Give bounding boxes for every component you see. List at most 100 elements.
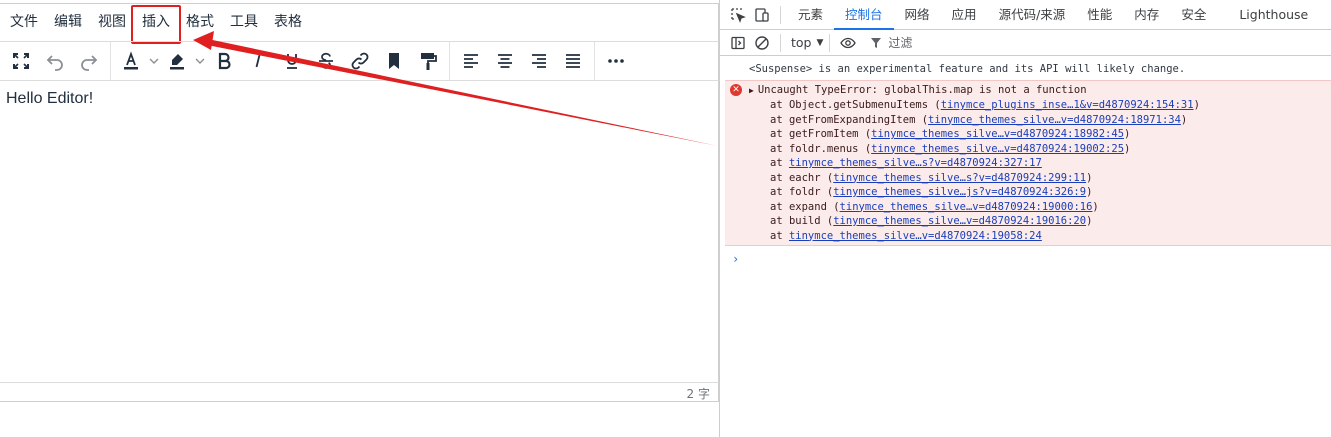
align-right-button[interactable] xyxy=(522,45,556,77)
stack-frame-suffix: ) xyxy=(1086,186,1093,198)
stack-frame: at foldr.menus (tinymce_themes_silve…v=d… xyxy=(725,142,1331,157)
tab-network[interactable]: 网络 xyxy=(894,0,941,30)
bookmark-button[interactable] xyxy=(377,45,411,77)
tab-application[interactable]: 应用 xyxy=(941,0,988,30)
align-right-icon xyxy=(532,54,546,68)
strikethrough-icon xyxy=(319,52,333,69)
stack-frame-source-link[interactable]: tinymce_themes_silve…v=d4870924:19002:25 xyxy=(871,143,1124,155)
undo-icon xyxy=(46,55,63,71)
redo-button[interactable] xyxy=(72,45,106,77)
console-sidebar-button[interactable] xyxy=(726,31,750,55)
clear-console-icon xyxy=(755,35,769,50)
stack-frame: at eachr (tinymce_themes_silve…s?v=d4870… xyxy=(725,171,1331,186)
filterbar-divider xyxy=(829,33,831,52)
stack-frame-suffix: ) xyxy=(1124,128,1131,140)
stack-frame-function: at expand ( xyxy=(770,200,840,213)
toolbar-group-alignment xyxy=(450,42,595,80)
stack-frame-source-link[interactable]: tinymce_plugins_inse…1&v=d4870924:154:31 xyxy=(941,99,1194,111)
highlight-color-button[interactable] xyxy=(161,45,193,77)
align-left-icon xyxy=(464,54,478,68)
menu-tools[interactable]: 工具 xyxy=(222,8,266,36)
menu-edit[interactable]: 编辑 xyxy=(46,8,90,36)
device-toolbar-button[interactable] xyxy=(750,3,774,27)
stack-frame-suffix: ) xyxy=(1086,215,1093,227)
context-selector[interactable]: top ▼ xyxy=(791,35,823,50)
error-message: Uncaught TypeError: globalThis.map is no… xyxy=(757,84,1087,96)
stack-frame-function: at foldr.menus ( xyxy=(770,142,872,155)
console-message-error[interactable]: ✕ ▶ Uncaught TypeError: globalThis.map is… xyxy=(725,80,1331,246)
toolbar-group-more xyxy=(595,42,637,80)
tab-memory[interactable]: 内存 xyxy=(1123,0,1170,30)
tab-sources[interactable]: 源代码/来源 xyxy=(988,0,1077,30)
stack-frame: at getFromExpandingItem (tinymce_themes_… xyxy=(725,113,1331,128)
stack-frame-source-link[interactable]: tinymce_themes_silve…s?v=d4870924:299:11 xyxy=(833,172,1086,184)
highlight-color-split-button[interactable] xyxy=(161,45,207,77)
editor-toolbar xyxy=(0,41,719,81)
rich-text-editor: 文件 编辑 视图 插入 格式 工具 表格 Hello Editor! 2 字 xyxy=(0,0,719,437)
stack-trace: at Object.getSubmenuItems (tinymce_plugi… xyxy=(725,98,1331,243)
tab-lighthouse[interactable]: Lighthouse xyxy=(1217,0,1319,30)
console-prompt[interactable]: › xyxy=(725,252,1331,266)
stack-frame: at Object.getSubmenuItems (tinymce_plugi… xyxy=(725,98,1331,113)
context-selector-value: top xyxy=(791,35,812,50)
editor-menubar: 文件 编辑 视图 插入 格式 工具 表格 xyxy=(0,3,719,41)
menu-insert[interactable]: 插入 xyxy=(134,8,178,36)
format-painter-icon xyxy=(421,53,437,70)
stack-frame-function: at xyxy=(770,157,789,169)
tab-performance[interactable]: 性能 xyxy=(1076,0,1123,30)
stack-frame-source-link[interactable]: tinymce_themes_silve…v=d4870924:19058:24 xyxy=(789,230,1042,242)
console-filter-input[interactable]: 过滤 xyxy=(870,34,912,51)
tab-elements[interactable]: 元素 xyxy=(787,0,834,30)
inspect-element-button[interactable] xyxy=(726,3,750,27)
align-center-button[interactable] xyxy=(488,45,522,77)
filter-placeholder: 过滤 xyxy=(888,36,913,50)
align-justify-icon xyxy=(566,54,580,68)
text-color-icon xyxy=(124,51,138,70)
align-left-button[interactable] xyxy=(454,45,488,77)
text-color-dropdown[interactable] xyxy=(147,45,161,77)
live-expression-button[interactable] xyxy=(836,31,860,55)
menu-file[interactable]: 文件 xyxy=(2,8,46,36)
bookmark-icon xyxy=(389,53,399,69)
link-button[interactable] xyxy=(343,45,377,77)
italic-button[interactable] xyxy=(241,45,275,77)
devtools-tabbar: 元素 控制台 网络 应用 源代码/来源 性能 内存 安全 Lighthouse xyxy=(720,0,1331,30)
toolbar-divider xyxy=(780,5,781,24)
text-color-split-button[interactable] xyxy=(115,45,161,77)
console-output: <Suspense> is an experimental feature an… xyxy=(725,58,1331,266)
toolbar-group-history xyxy=(0,42,111,80)
stack-frame-suffix: ) xyxy=(1124,142,1131,155)
align-justify-button[interactable] xyxy=(556,45,590,77)
menu-table[interactable]: 表格 xyxy=(266,8,310,36)
tab-security[interactable]: 安全 xyxy=(1170,0,1217,30)
highlight-color-dropdown[interactable] xyxy=(193,45,207,77)
fullscreen-button[interactable] xyxy=(4,45,38,77)
stack-frame-source-link[interactable]: tinymce_themes_silve…v=d4870924:18971:34 xyxy=(928,114,1181,126)
stack-frame-source-link[interactable]: tinymce_themes_silve…v=d4870924:19016:20 xyxy=(833,215,1086,227)
underline-button[interactable] xyxy=(275,45,309,77)
menu-format[interactable]: 格式 xyxy=(178,8,222,36)
stack-frame-source-link[interactable]: tinymce_themes_silve…v=d4870924:18982:45 xyxy=(871,128,1124,140)
editor-content[interactable]: Hello Editor! xyxy=(6,90,93,108)
expand-triangle-icon[interactable]: ▶ xyxy=(749,84,754,99)
error-header[interactable]: ✕ ▶ Uncaught TypeError: globalThis.map is… xyxy=(725,83,1331,98)
format-painter-button[interactable] xyxy=(411,45,445,77)
tab-console[interactable]: 控制台 xyxy=(834,0,894,30)
stack-frame-source-link[interactable]: tinymce_themes_silve…s?v=d4870924:327:17 xyxy=(789,157,1042,169)
content-paragraph[interactable]: Hello Editor! xyxy=(6,90,93,108)
devtools-panel: 元素 控制台 网络 应用 源代码/来源 性能 内存 安全 Lighthouse … xyxy=(719,0,1331,437)
stack-frame-source-link[interactable]: tinymce_themes_silve…v=d4870924:19000:16 xyxy=(840,201,1093,213)
link-icon xyxy=(351,52,369,70)
undo-button[interactable] xyxy=(38,45,72,77)
console-filterbar: top ▼ 过滤 xyxy=(720,30,1331,56)
clear-console-button[interactable] xyxy=(750,31,774,55)
bold-button[interactable] xyxy=(207,45,241,77)
stack-frame-source-link[interactable]: tinymce_themes_silve…js?v=d4870924:326:9 xyxy=(833,186,1086,198)
stack-frame: at tinymce_themes_silve…v=d4870924:19058… xyxy=(725,229,1331,244)
word-count[interactable]: 2 字 xyxy=(687,385,710,402)
inspect-element-icon xyxy=(731,7,746,23)
text-color-button[interactable] xyxy=(115,45,147,77)
strikethrough-button[interactable] xyxy=(309,45,343,77)
menu-view[interactable]: 视图 xyxy=(90,8,134,36)
more-button[interactable] xyxy=(599,45,633,77)
